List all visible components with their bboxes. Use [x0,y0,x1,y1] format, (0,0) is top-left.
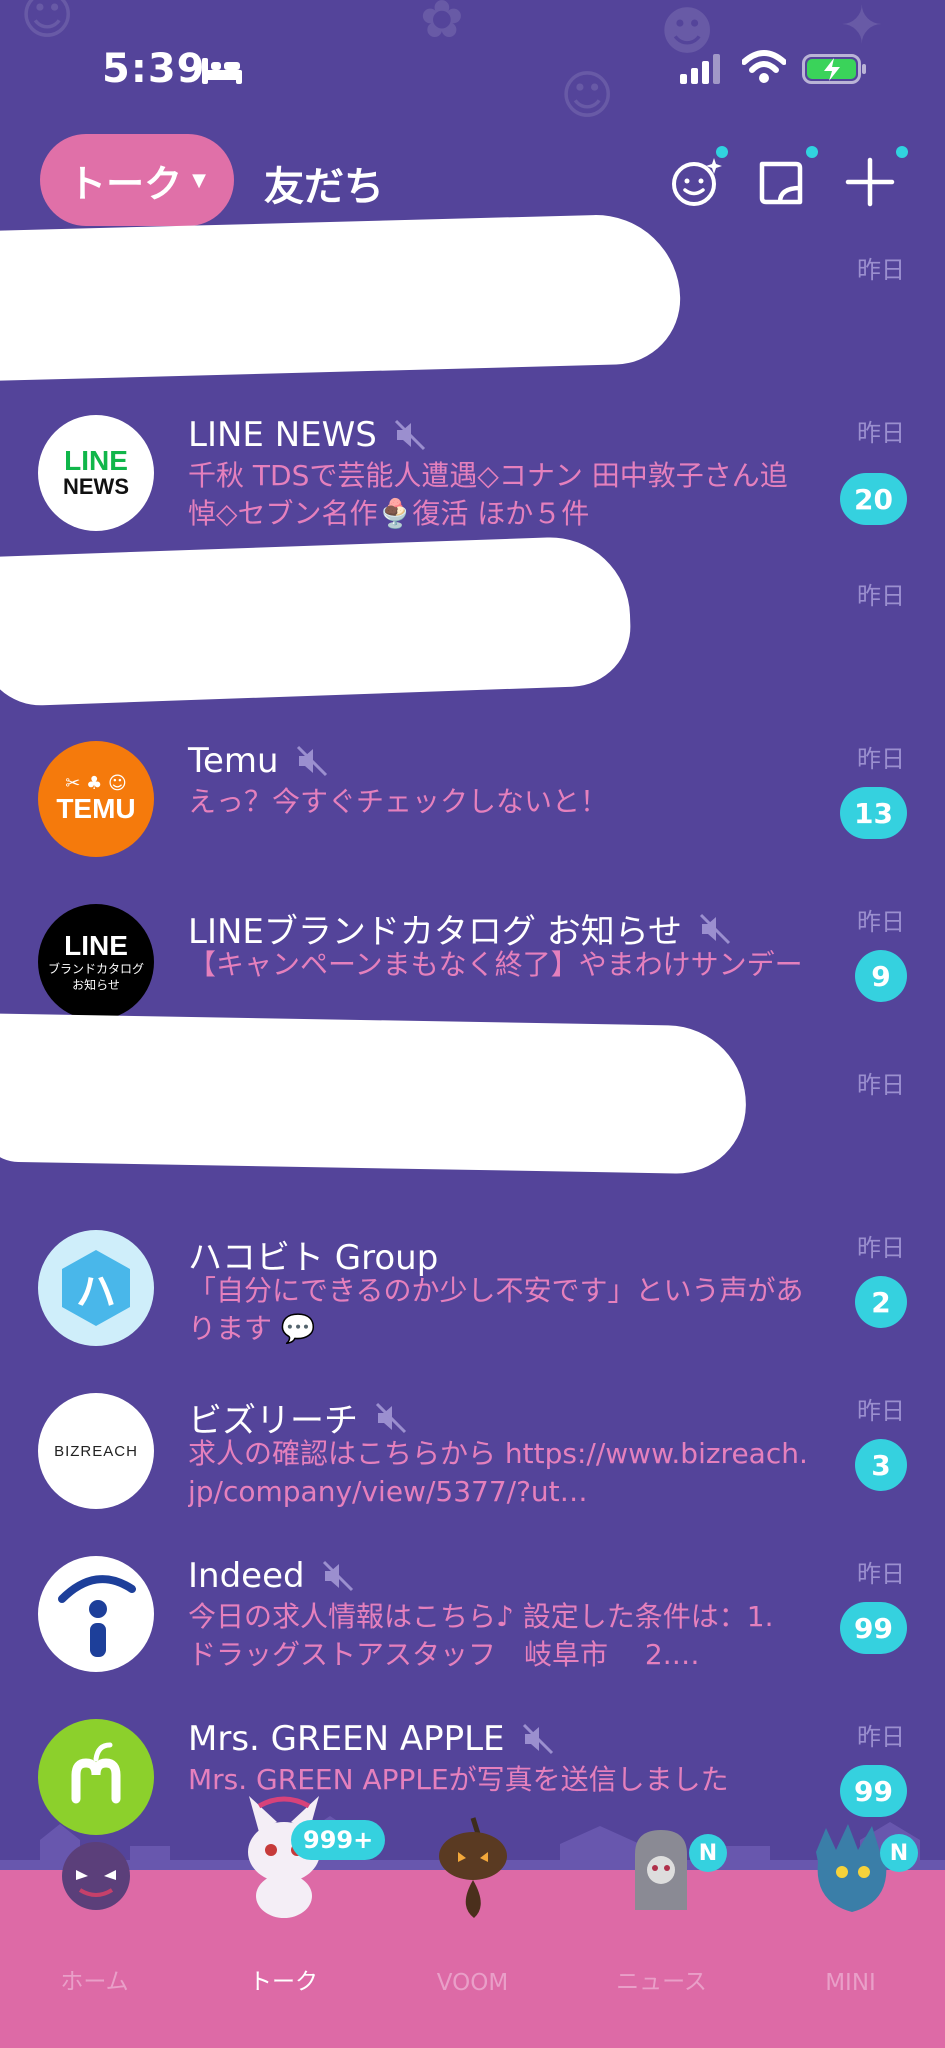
avatar: LINE ブランドカタログ お知らせ [38,904,154,1020]
notification-dot [896,146,908,158]
chat-preview: 【キャンペーンまもなく終了】やまわけサンデー [188,948,803,981]
sticker-sparkle-icon[interactable] [666,152,726,212]
unread-badge: 3 [855,1439,907,1491]
tab-label: ホーム [60,1969,129,1995]
chat-preview: 求人の確認はこちらから https://www.bizreach.jp/comp… [188,1437,808,1508]
temu-logo-icon: ✂ ♣ ☺ [65,773,127,794]
chat-date: 昨日 [857,1397,905,1425]
tab-voom[interactable]: VOOM [378,1790,567,2048]
chat-date: 昨日 [857,582,905,610]
tab-talk[interactable]: 999+ トーク [189,1790,386,2048]
mute-icon [322,1560,353,1592]
chat-preview: 「自分にできるのか少し不安です」という声があります 💬 [188,1274,804,1345]
redaction-scribble [0,212,682,382]
top-header: トーク ▼ 友だち [0,134,945,230]
news-gravestone-icon [635,1830,687,1910]
indeed-logo-icon [58,1575,136,1657]
chat-date: 昨日 [857,419,905,447]
redaction-scribble [0,1013,748,1175]
chat-date: 昨日 [857,745,905,773]
cellular-signal-icon [680,54,720,84]
chat-date: 昨日 [857,1234,905,1262]
chat-date: 昨日 [857,908,905,936]
avatar: BIZREACH [38,1393,154,1509]
tab-mini[interactable]: N MINI [756,1790,945,2048]
tab-label: MINI [825,1970,876,1996]
wifi-icon [742,50,786,83]
chat-row[interactable]: ハ ハコビト Group 「自分にできるのか少し不安です」という声があります 💬… [0,1208,945,1371]
avatar [38,1556,154,1672]
chat-name: Temu [188,741,329,781]
new-chat-plus-icon[interactable] [840,152,900,212]
chat-name: Indeed [188,1556,355,1596]
chat-row[interactable]: ✂ ♣ ☺ TEMU Temu えっ？今すぐチェックしないと！ 昨日 13 [0,719,945,882]
unread-badge: 99 [840,1602,907,1654]
notification-dot [806,146,818,158]
tab-badge: N [689,1834,727,1872]
chat-date: 昨日 [857,256,905,284]
caret-down-icon: ▼ [192,169,206,191]
chat-name: LINE NEWS [188,415,427,455]
open-chat-icon[interactable] [750,152,810,212]
tab-badge: 999+ [291,1820,386,1860]
talk-tab-label: トーク [68,161,183,206]
mute-icon [699,913,731,944]
chat-date: 昨日 [857,1071,905,1099]
unread-badge: 20 [840,473,907,525]
redaction-scribble [0,534,633,708]
tab-badge: N [880,1834,918,1872]
status-time: 5:39 [102,46,206,92]
talk-tab-dropdown[interactable]: トーク ▼ [40,134,234,226]
mute-icon [394,419,425,451]
tab-label: VOOM [436,1970,509,1996]
tab-label: ニュース [616,1969,707,1995]
chat-row[interactable]: BIZREACH ビズリーチ 求人の確認はこちらから https://www.b… [0,1371,945,1534]
chat-preview: えっ？今すぐチェックしないと！ [188,785,609,818]
tab-news[interactable]: N ニュース [567,1790,756,2048]
chat-preview: 今日の求人情報はこちら♪ 設定した条件は：1. ドラッグストアスタッフ 岐阜市 … [188,1600,774,1671]
chat-date: 昨日 [857,1560,905,1588]
chat-date: 昨日 [857,1723,905,1751]
tab-home[interactable]: ホーム [0,1790,189,2048]
bottom-tab-bar: ホーム 999+ トーク VOOM N ニュース N MINI [0,1790,945,2048]
chat-row[interactable]: LINE NEWS LINE NEWS 千秋 TDSで芸能人遭遇◇コナン 田中敦… [0,393,945,556]
chat-row[interactable]: Indeed 今日の求人情報はこちら♪ 設定した条件は：1. ドラッグストアスタ… [0,1534,945,1697]
mute-icon [375,1402,407,1433]
chat-preview: 千秋 TDSで芸能人遭遇◇コナン 田中敦子さん追悼◇セブン名作🍨復活 ほか５件 [188,459,788,530]
notification-dot [716,146,728,158]
voom-pumpkin-icon [439,1817,507,1918]
chat-name: Mrs. GREEN APPLE [188,1719,555,1759]
mute-icon [522,1723,553,1755]
mute-icon [296,745,327,777]
friends-tab[interactable]: 友だち [264,154,384,212]
unread-badge: 9 [855,950,907,1002]
avatar: ✂ ♣ ☺ TEMU [38,741,154,857]
unread-badge: 2 [855,1276,907,1328]
mini-ghost-icon [816,1824,892,1912]
battery-charging-icon [802,54,866,84]
avatar: LINE NEWS [38,415,154,531]
status-bar: 5:39 [0,0,945,140]
unread-badge: 13 [840,787,907,839]
tab-label: トーク [249,1969,318,1995]
avatar: ハ [38,1230,154,1346]
home-ghost-icon [62,1842,130,1910]
sleep-focus-icon [202,58,242,84]
